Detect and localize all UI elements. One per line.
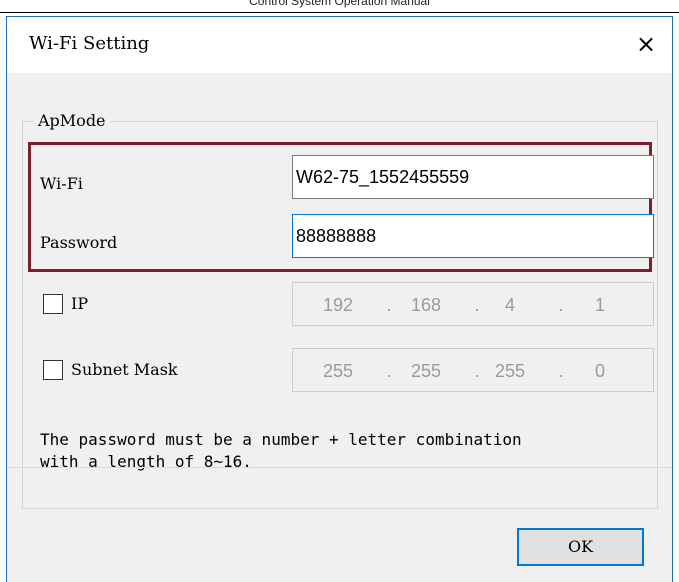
dialog-titlebar: Wi-Fi Setting × (7, 17, 672, 73)
ip-label: IP (71, 294, 89, 313)
dialog-client-area: ApMode Wi-Fi W62-75_1552455559 Password … (7, 73, 672, 582)
document-header-text: Control System Operation Manual (249, 0, 430, 8)
subnet-mask-checkbox[interactable] (43, 360, 63, 380)
subnet-dot-2: . (474, 361, 480, 381)
subnet-mask-field: 255 . 255 . 255 . 0 (292, 348, 654, 392)
ip-octet-1: 192 (322, 295, 354, 315)
document-header-rule (0, 12, 679, 13)
document-header: Control System Operation Manual (0, 0, 679, 12)
close-icon[interactable]: × (628, 27, 664, 61)
ip-octet-4: 1 (594, 295, 605, 315)
subnet-octet-3: 255 (494, 361, 526, 381)
ip-octet-2: 168 (410, 295, 442, 315)
ip-dot-2: . (474, 295, 480, 315)
ok-button[interactable]: OK (517, 528, 644, 566)
dialog-title: Wi-Fi Setting (29, 33, 150, 54)
apmode-group-label: ApMode (34, 111, 110, 130)
ip-dot-1: . (386, 295, 392, 315)
ip-address-field: 192 . 168 . 4 . 1 (292, 282, 654, 326)
subnet-dot-3: . (558, 361, 564, 381)
footer-separator (7, 467, 672, 468)
wifi-label: Wi-Fi (40, 174, 83, 193)
ip-dot-3: . (558, 295, 564, 315)
subnet-octet-2: 255 (410, 361, 442, 381)
subnet-octet-1: 255 (322, 361, 354, 381)
subnet-dot-1: . (386, 361, 392, 381)
subnet-octet-4: 0 (594, 361, 605, 381)
ip-checkbox[interactable] (43, 294, 63, 314)
subnet-mask-label: Subnet Mask (71, 360, 178, 379)
password-label: Password (40, 233, 118, 252)
wifi-setting-dialog: Wi-Fi Setting × ApMode Wi-Fi W62-75_1552… (6, 16, 673, 582)
wifi-ssid-input[interactable]: W62-75_1552455559 (292, 155, 654, 199)
password-input[interactable]: 88888888 (292, 214, 654, 258)
ip-octet-3: 4 (504, 295, 515, 315)
